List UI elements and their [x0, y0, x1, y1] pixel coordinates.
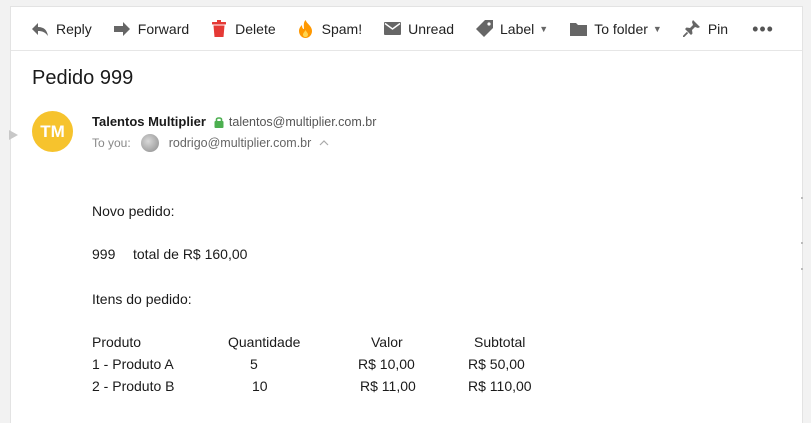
- reply-icon: [31, 20, 49, 38]
- table-cell-quantidade: 5: [250, 356, 258, 372]
- trash-icon: [210, 20, 228, 38]
- table-cell-subtotal: R$ 110,00: [468, 378, 532, 394]
- to-folder-label: To folder: [594, 20, 648, 37]
- order-total: total de R$ 160,00: [133, 246, 248, 262]
- recipient-avatar: [140, 134, 159, 152]
- fire-icon: [297, 19, 315, 38]
- column-header-subtotal: Subtotal: [474, 334, 526, 350]
- items-heading: Itens do pedido:: [92, 291, 192, 307]
- to-row: To you: rodrigo@multiplier.com.br: [92, 134, 329, 152]
- sender-avatar[interactable]: TM: [32, 111, 73, 152]
- scroll-edge-mark: [801, 268, 803, 270]
- forward-label: Forward: [137, 20, 190, 37]
- table-cell-quantidade: 10: [252, 378, 268, 394]
- scroll-edge-mark: [801, 197, 803, 199]
- lock-icon: [214, 116, 224, 128]
- scroll-edge-mark: [801, 242, 803, 244]
- chevron-down-icon: ▼: [539, 23, 549, 34]
- forward-arrow-icon: [113, 20, 131, 38]
- message-subject: Pedido 999: [32, 67, 134, 89]
- from-row: Talentos Multiplier talentos@multiplier.…: [92, 114, 376, 129]
- unread-button[interactable]: Unread: [383, 7, 454, 51]
- table-cell-produto: 1 - Produto A: [92, 356, 174, 372]
- chevron-up-icon[interactable]: [319, 140, 329, 146]
- recipient-email[interactable]: rodrigo@multiplier.com.br: [169, 136, 312, 150]
- chevron-down-icon: ▼: [652, 23, 662, 34]
- column-header-valor: Valor: [371, 334, 403, 350]
- to-label: To you:: [92, 136, 131, 150]
- column-header-produto: Produto: [92, 334, 142, 350]
- pin-label: Pin: [707, 20, 729, 37]
- table-cell-subtotal: R$ 50,00: [468, 356, 525, 372]
- body-heading: Novo pedido:: [92, 203, 175, 219]
- spam-button[interactable]: Spam!: [297, 7, 362, 51]
- mail-viewer: Reply Forward Delete Spam! Unread Label …: [9, 6, 803, 423]
- spam-label: Spam!: [321, 20, 363, 37]
- column-header-quantidade: Quantidade: [228, 334, 301, 350]
- message-toolbar: Reply Forward Delete Spam! Unread Label …: [11, 7, 802, 51]
- more-actions-button[interactable]: •••: [749, 7, 774, 51]
- label-label: Label: [500, 20, 535, 37]
- tag-icon: [475, 20, 493, 38]
- table-cell-valor: R$ 10,00: [358, 356, 415, 372]
- forward-button[interactable]: Forward: [113, 7, 189, 51]
- envelope-icon: [383, 20, 401, 38]
- reply-button[interactable]: Reply: [31, 7, 92, 51]
- sender-name[interactable]: Talentos Multiplier: [92, 114, 206, 129]
- reply-label: Reply: [56, 20, 92, 37]
- pin-icon: [683, 20, 701, 38]
- folder-icon: [569, 20, 587, 38]
- table-cell-produto: 2 - Produto B: [92, 378, 175, 394]
- table-cell-valor: R$ 11,00: [360, 378, 416, 394]
- more-dots-icon: •••: [752, 18, 774, 39]
- delete-label: Delete: [235, 20, 276, 37]
- unread-label: Unread: [408, 20, 455, 37]
- sender-email[interactable]: talentos@multiplier.com.br: [229, 115, 376, 129]
- pin-button[interactable]: Pin: [683, 7, 728, 51]
- label-button[interactable]: Label ▼: [475, 7, 548, 51]
- order-number: 999: [92, 246, 116, 262]
- flag-marker[interactable]: [9, 130, 18, 140]
- to-folder-button[interactable]: To folder ▼: [569, 7, 662, 51]
- delete-button[interactable]: Delete: [210, 7, 276, 51]
